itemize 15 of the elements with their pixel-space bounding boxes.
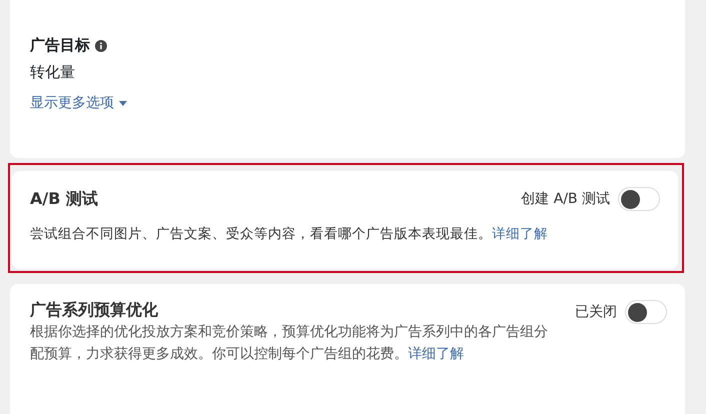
- toggle-switch[interactable]: [618, 187, 660, 211]
- field-label: 广告目标: [30, 36, 90, 55]
- section-title: 广告系列预算优化: [30, 300, 159, 321]
- toggle-label: 已关闭: [575, 303, 617, 321]
- field-value: 转化量: [30, 63, 76, 82]
- description: 根据你选择的优化投放方案和竞价策略，预算优化功能将为广告系列中的各广告组分配预算，力求获得更多成效。你可以控制每个广告组的花费。详细了解: [30, 323, 548, 364]
- info-icon: [95, 40, 107, 52]
- caret-icon: [119, 100, 127, 106]
- toggle-label: 创建 A/B 测试: [521, 190, 610, 208]
- description: 尝试组合不同图片、广告文案、受众等内容，看看哪个广告版本表现最佳。详细了解: [30, 225, 549, 243]
- toggle-switch[interactable]: [625, 300, 667, 324]
- section-title: A/B 测试: [30, 188, 98, 210]
- learn-more-link[interactable]: 详细了解: [492, 226, 548, 242]
- show-more-link[interactable]: 显示更多选项: [30, 94, 127, 112]
- learn-more-link[interactable]: 详细了解: [408, 346, 464, 362]
